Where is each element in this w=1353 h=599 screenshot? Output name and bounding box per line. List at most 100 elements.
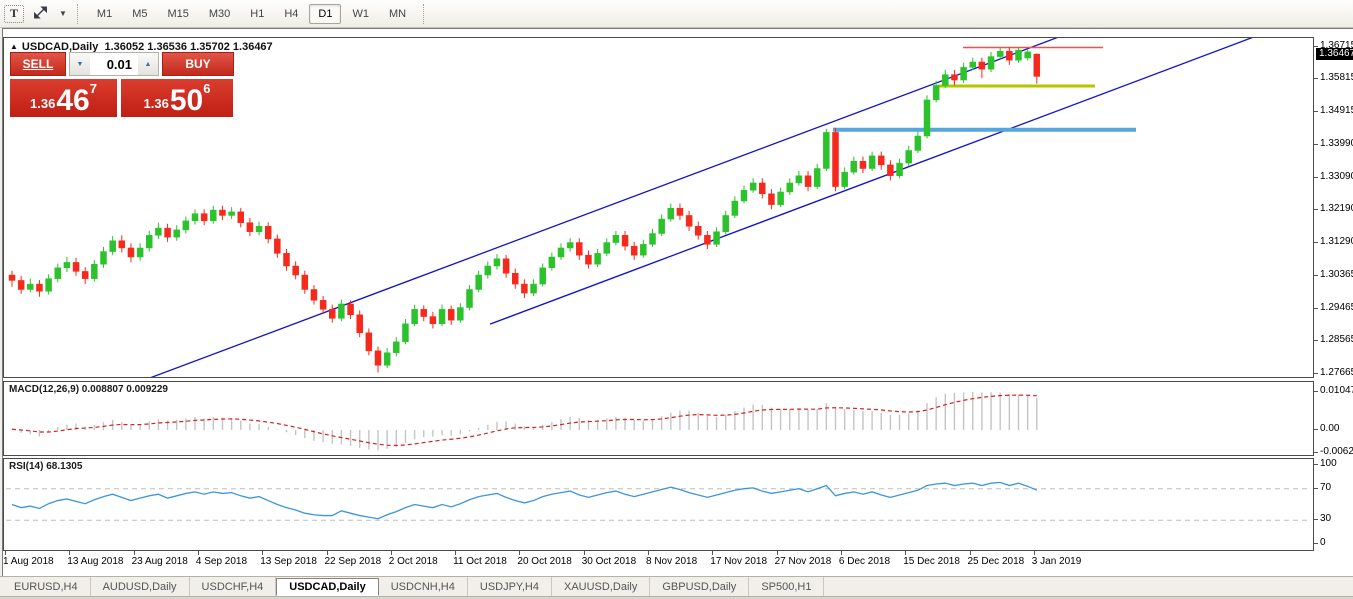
candle <box>567 238 573 251</box>
time-axis-tick <box>198 551 199 555</box>
timeframe-button-d1[interactable]: D1 <box>309 4 341 24</box>
rsi-panel[interactable]: RSI(14) 68.1305 <box>3 458 1314 551</box>
candle <box>595 249 601 267</box>
macd-axis-label: 0.00 <box>1320 423 1339 434</box>
candle <box>329 305 335 323</box>
candle <box>878 152 884 170</box>
sell-price-display[interactable]: 1.36 46 7 <box>10 79 117 117</box>
candle <box>82 267 88 284</box>
timeframe-button-m15[interactable]: M15 <box>158 4 197 24</box>
candle <box>18 276 24 294</box>
candle <box>576 238 582 260</box>
candle <box>430 312 436 329</box>
volume-input[interactable]: 0.01 <box>90 53 138 75</box>
buy-button[interactable]: BUY <box>162 52 234 76</box>
sell-price-pipette: 7 <box>90 81 97 96</box>
main-chart-panel[interactable]: ▲USDCAD,Daily 1.36052 1.36536 1.35702 1.… <box>3 37 1314 378</box>
sell-button[interactable]: SELL <box>10 52 66 76</box>
volume-increase-button[interactable]: ▲ <box>138 53 158 75</box>
time-axis-tick <box>777 551 778 555</box>
time-axis-label: 20 Oct 2018 <box>517 556 571 567</box>
candle <box>961 63 967 83</box>
candle <box>439 305 445 327</box>
buy-button-label: BUY <box>185 57 210 71</box>
price-axis[interactable]: 1.367151.358151.349151.339901.330901.321… <box>1314 29 1353 577</box>
candle <box>256 222 262 236</box>
candle <box>320 296 326 314</box>
symbol-tab-xauusd[interactable]: XAUUSD,Daily <box>552 577 650 596</box>
time-axis-label: 8 Nov 2018 <box>646 556 697 567</box>
candle <box>823 129 829 171</box>
axis-tick-mark <box>1314 464 1318 465</box>
volume-decrease-button[interactable]: ▼ <box>70 53 90 75</box>
macd-plot[interactable] <box>4 382 1313 455</box>
time-axis-label: 13 Sep 2018 <box>260 556 317 567</box>
candle <box>73 258 79 276</box>
time-axis-tick <box>841 551 842 555</box>
candle <box>311 285 317 304</box>
symbol-tab-audusd[interactable]: AUDUSD,Daily <box>91 577 190 596</box>
time-axis-tick <box>455 551 456 555</box>
time-axis-tick <box>1034 551 1035 555</box>
symbol-tab-eurusd[interactable]: EURUSD,H4 <box>2 577 91 596</box>
candle <box>842 167 848 189</box>
time-axis-tick <box>69 551 70 555</box>
axis-tick-mark <box>1314 308 1318 309</box>
time-axis-label: 13 Aug 2018 <box>67 556 123 567</box>
collapse-icon[interactable]: ▲ <box>10 42 18 51</box>
macd-axis-label: -0.006218 <box>1320 446 1353 457</box>
symbol-tab-usdcnh[interactable]: USDCNH,H4 <box>379 577 468 596</box>
candle <box>650 229 656 247</box>
symbol-tab-sp500[interactable]: SP500,H1 <box>749 577 824 596</box>
buy-price-display[interactable]: 1.36 50 6 <box>121 79 233 117</box>
candle <box>302 271 308 294</box>
candle <box>686 211 692 231</box>
price-axis-label: 1.32190 <box>1320 203 1353 214</box>
timeframe-button-h4[interactable]: H4 <box>275 4 307 24</box>
time-axis-label: 2 Oct 2018 <box>389 556 438 567</box>
time-axis-tick <box>391 551 392 555</box>
symbol-tab-gbpusd[interactable]: GBPUSD,Daily <box>650 577 749 596</box>
timeframe-button-m5[interactable]: M5 <box>123 4 156 24</box>
toolbar-separator <box>77 4 82 24</box>
axis-tick-mark <box>1314 488 1318 489</box>
candle <box>274 235 280 258</box>
candle <box>906 146 912 166</box>
price-axis-label: 1.28565 <box>1320 334 1353 345</box>
buy-price-prefix: 1.36 <box>144 96 169 111</box>
time-axis-label: 25 Dec 2018 <box>968 556 1025 567</box>
chevron-down-icon[interactable]: ▼ <box>56 9 70 18</box>
timeframe-button-mn[interactable]: MN <box>380 4 415 24</box>
timeframe-button-h1[interactable]: H1 <box>241 4 273 24</box>
candle <box>183 217 189 234</box>
candle <box>997 48 1003 60</box>
rsi-plot[interactable] <box>4 459 1313 550</box>
candle <box>833 128 839 192</box>
candle <box>604 238 610 256</box>
candle <box>732 196 738 218</box>
timeframe-button-m1[interactable]: M1 <box>88 4 121 24</box>
symbol-tab-usdcad[interactable]: USDCAD,Daily <box>276 578 378 596</box>
time-axis-label: 6 Dec 2018 <box>839 556 890 567</box>
time-axis-tick <box>134 551 135 555</box>
axis-tick-mark <box>1314 519 1318 520</box>
cursor-arrows-tool-button[interactable] <box>26 4 55 24</box>
candle <box>119 235 125 252</box>
text-tool-button[interactable]: T <box>4 5 24 23</box>
sell-price-pips: 46 <box>56 88 89 114</box>
symbol-tab-usdchf[interactable]: USDCHF,H4 <box>190 577 277 596</box>
candle <box>210 206 216 224</box>
timeframe-button-m30[interactable]: M30 <box>200 4 239 24</box>
candle <box>915 131 921 153</box>
candle <box>284 249 290 271</box>
candle <box>979 58 985 79</box>
symbol-tab-usdjpy[interactable]: USDJPY,H4 <box>468 577 552 596</box>
macd-panel[interactable]: MACD(12,26,9) 0.008807 0.009229 <box>3 381 1314 456</box>
axis-tick-mark <box>1314 209 1318 210</box>
axis-tick-mark <box>1314 111 1318 112</box>
chart-window: ▲USDCAD,Daily 1.36052 1.36536 1.35702 1.… <box>2 28 1353 576</box>
candle <box>338 300 344 322</box>
timeframe-button-w1[interactable]: W1 <box>343 4 378 24</box>
time-axis-label: 27 Nov 2018 <box>775 556 832 567</box>
time-axis[interactable]: 1 Aug 201813 Aug 201823 Aug 20184 Sep 20… <box>3 551 1314 577</box>
